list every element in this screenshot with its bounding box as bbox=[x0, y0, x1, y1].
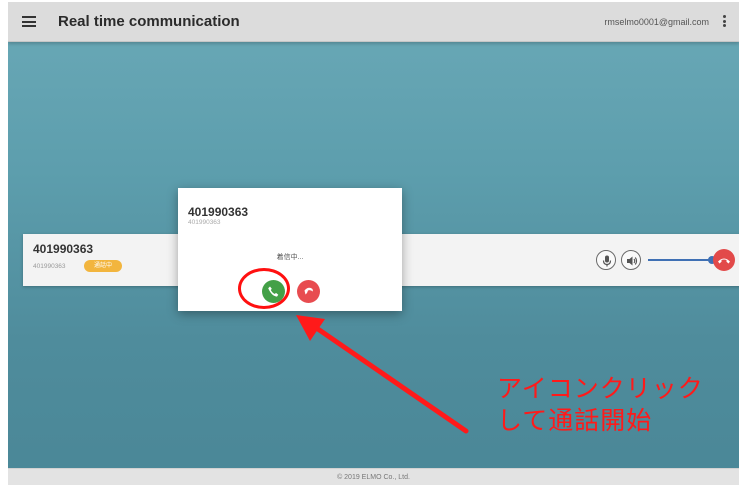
incoming-call-dialog: 401990363 401990363 着信中... bbox=[178, 188, 402, 311]
phone-hangup-icon bbox=[718, 258, 730, 264]
annotation-line-2: して通話開始 bbox=[497, 406, 653, 435]
app-title: Real time communication bbox=[58, 13, 240, 30]
decline-call-button[interactable] bbox=[297, 280, 320, 303]
hangup-button[interactable] bbox=[713, 249, 735, 271]
speaker-icon bbox=[627, 256, 638, 266]
caller-number: 401990363 bbox=[188, 205, 249, 219]
more-vert-icon[interactable] bbox=[721, 15, 727, 29]
call-sub-number: 401990363 bbox=[33, 263, 66, 270]
annotation-caption: アイコンクリック して通話開始 bbox=[497, 373, 742, 437]
annotation-line-1: アイコンクリック bbox=[497, 374, 704, 403]
phone-decline-icon bbox=[304, 287, 313, 295]
phone-answer-icon bbox=[268, 286, 279, 297]
volume-slider[interactable] bbox=[648, 259, 712, 261]
copyright-text: © 2019 ELMO Co., Ltd. bbox=[337, 474, 410, 481]
hamburger-menu-icon[interactable] bbox=[22, 16, 36, 27]
call-status-text: 着信中... bbox=[276, 254, 304, 261]
microphone-button[interactable] bbox=[596, 250, 616, 270]
app-header: Real time communication rmselmo0001@gmai… bbox=[8, 2, 739, 42]
answer-call-button[interactable] bbox=[262, 280, 285, 303]
status-badge: 通話中 bbox=[84, 260, 122, 272]
speaker-button[interactable] bbox=[621, 250, 641, 270]
call-number: 401990363 bbox=[33, 242, 94, 256]
page-footer: © 2019 ELMO Co., Ltd. bbox=[8, 468, 739, 485]
account-email[interactable]: rmselmo0001@gmail.com bbox=[604, 17, 709, 27]
microphone-icon bbox=[602, 255, 612, 267]
caller-sub-number: 401990363 bbox=[188, 219, 221, 226]
